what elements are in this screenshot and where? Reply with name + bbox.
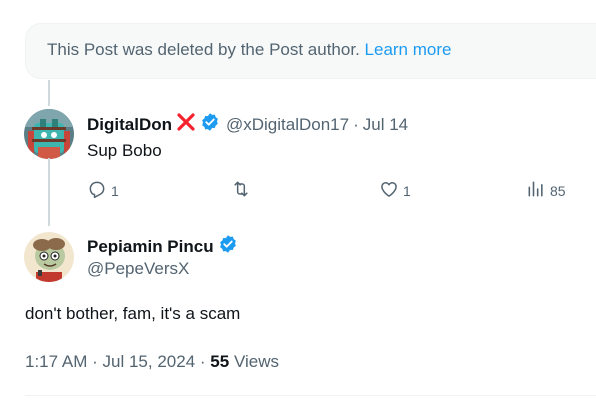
meta-separator: · [92, 352, 98, 371]
main-header: Pepiamin Pincu [87, 234, 238, 259]
thread-line-top [48, 80, 50, 106]
main-display-name[interactable]: Pepiamin Pincu [87, 237, 214, 257]
post-views-count: 55 [210, 352, 230, 371]
post-meta: 1:17 AM · Jul 15, 2024 · 55 Views [25, 352, 279, 372]
reply-separator: · [353, 114, 359, 134]
reply-date[interactable]: Jul 14 [363, 115, 408, 135]
post-date[interactable]: Jul 15, 2024 [103, 352, 196, 371]
avatar-digitaldon[interactable] [24, 109, 74, 159]
views-count: 85 [550, 182, 566, 199]
avatar-pepiamin[interactable] [24, 232, 74, 282]
red-x-icon [176, 112, 196, 137]
reply-count: 1 [111, 182, 119, 199]
deleted-notice-message: This Post was deleted by the Post author… [47, 40, 360, 59]
verified-badge-icon[interactable] [200, 112, 220, 137]
post-views-label: Views [233, 352, 279, 371]
reply-icon [87, 179, 111, 202]
repost-button[interactable] [230, 179, 256, 202]
heart-icon [379, 179, 403, 202]
like-count: 1 [403, 182, 411, 199]
meta-separator: · [199, 352, 206, 371]
reply-handle[interactable]: @xDigitalDon17 [226, 115, 349, 135]
main-handle[interactable]: @PepeVersX [87, 259, 189, 279]
deleted-notice-text: This Post was deleted by the Post author… [47, 40, 451, 60]
reply-button[interactable]: 1 [87, 179, 119, 202]
verified-badge-icon[interactable] [218, 234, 238, 259]
divider [25, 395, 596, 396]
views-chart-icon [526, 179, 550, 202]
reply-display-name[interactable]: DigitalDon [87, 115, 172, 135]
main-text: don't bother, fam, it's a scam [25, 304, 241, 323]
like-button[interactable]: 1 [379, 179, 411, 202]
repost-icon [230, 179, 256, 202]
thread-line [48, 158, 50, 226]
post-time[interactable]: 1:17 AM [25, 352, 87, 371]
reply-text: Sup Bobo [87, 141, 162, 160]
learn-more-link[interactable]: Learn more [365, 40, 452, 59]
views-button[interactable]: 85 [526, 179, 566, 202]
reply-header: DigitalDon @xDigitalDon17 · Jul 14 [87, 112, 408, 137]
